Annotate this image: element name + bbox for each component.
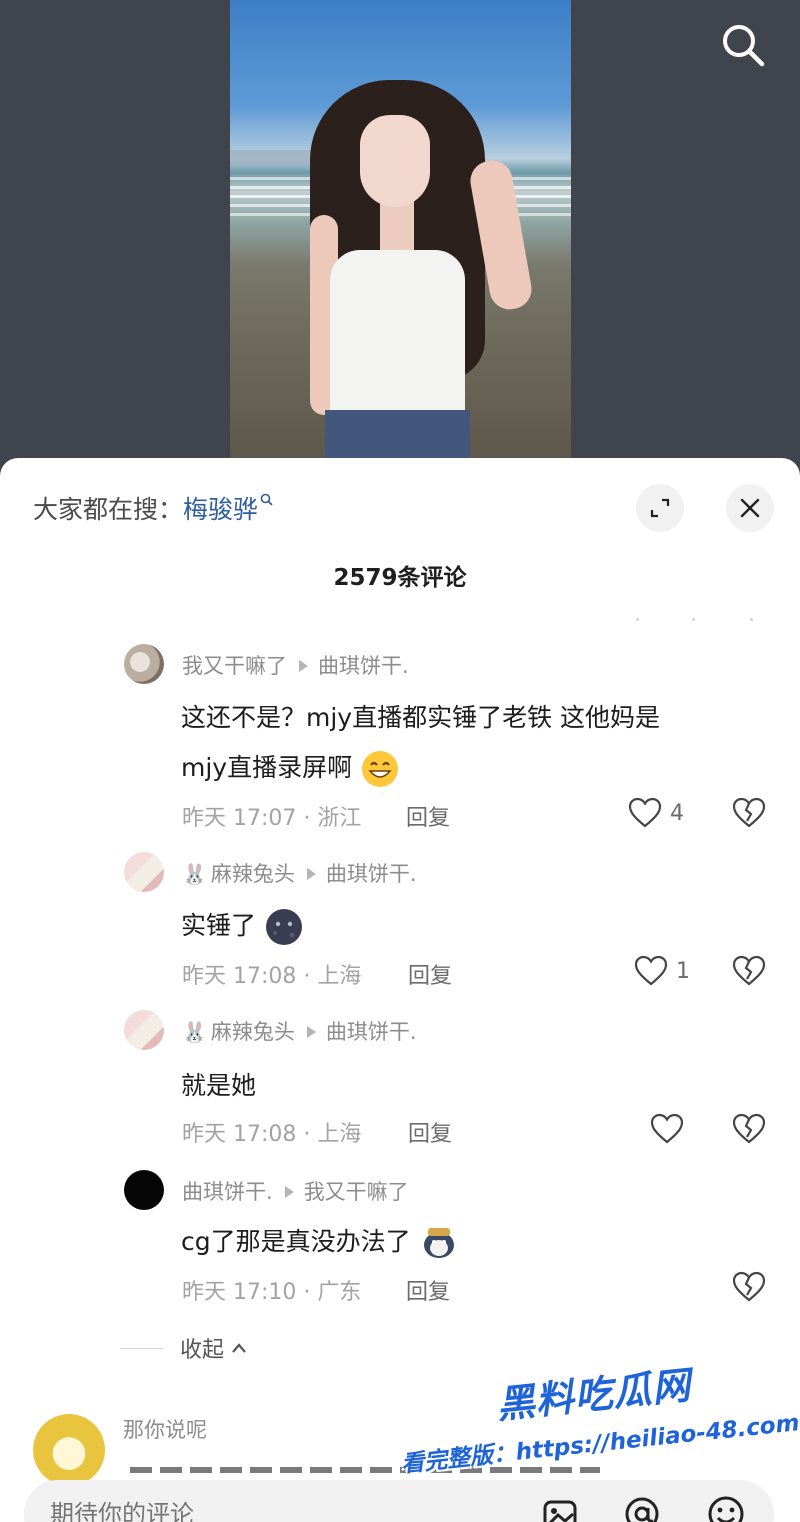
reply-to-name[interactable]: 曲琪饼干.: [326, 862, 417, 886]
emoji-icon[interactable]: [706, 1494, 746, 1522]
collapse-replies-button[interactable]: 收起: [120, 1332, 246, 1364]
rabbit-face-icon: 🐰: [182, 862, 207, 886]
reply-button[interactable]: 回复: [408, 958, 452, 990]
close-button[interactable]: [726, 484, 774, 532]
reply-to-name[interactable]: 曲琪饼干.: [326, 1020, 417, 1044]
avatar[interactable]: [33, 1414, 105, 1486]
broken-heart-icon[interactable]: [732, 796, 766, 830]
author-name[interactable]: 我又干嘛了: [182, 654, 287, 678]
reply-author-line: 🐰 麻辣兔头 曲琪饼干.: [182, 1016, 417, 1046]
comment-sheet: 大家都在搜：梅骏骅 2579条评论 我又干嘛了 曲琪饼干. 这还不是？mjy直播都…: [0, 458, 800, 1522]
reply-author-line: 曲琪饼干. 我又干嘛了: [182, 1176, 409, 1206]
broken-heart-icon[interactable]: [732, 954, 766, 988]
reply-time: 昨天 17:08 · 上海: [182, 964, 362, 989]
trending-prefix: 大家都在搜：: [33, 495, 184, 524]
expand-button[interactable]: [636, 484, 684, 532]
rabbit-face-icon: 🐰: [182, 1020, 207, 1044]
like-button[interactable]: [650, 1112, 684, 1146]
dark-moon-face-emoji: [265, 909, 302, 945]
close-icon: [740, 498, 760, 518]
author-name[interactable]: 曲琪饼干.: [182, 1180, 273, 1204]
comment-count: 2579条评论: [333, 565, 467, 591]
chevron-up-icon: [232, 1343, 246, 1353]
author-name[interactable]: 麻辣兔头: [211, 862, 295, 886]
heart-icon: [650, 1113, 684, 1144]
author-name[interactable]: 那你说呢: [123, 1414, 207, 1444]
search-icon: [260, 493, 273, 506]
avatar[interactable]: [124, 1010, 164, 1050]
comment-input[interactable]: [50, 1500, 470, 1522]
at-icon[interactable]: [622, 1494, 662, 1522]
reply-arrow-icon: [284, 1186, 294, 1198]
search-icon[interactable]: [720, 22, 766, 68]
trending-search[interactable]: 大家都在搜：梅骏骅: [33, 490, 273, 526]
trending-keyword[interactable]: 梅骏骅: [183, 495, 258, 524]
like-button[interactable]: 4: [628, 796, 684, 830]
reply-text: 这还不是？mjy直播都实锤了老铁 这他妈是: [181, 703, 661, 732]
penguin-sticker-emoji: [423, 1228, 454, 1258]
reply-time: 昨天 17:10 · 广东: [182, 1280, 362, 1305]
reply-button[interactable]: 回复: [408, 1116, 452, 1148]
collapse-label: 收起: [180, 1338, 225, 1363]
heart-icon: [634, 955, 668, 986]
reply-to-name[interactable]: 曲琪饼干.: [318, 654, 409, 678]
like-button[interactable]: 1: [634, 954, 690, 988]
broken-heart-icon[interactable]: [732, 1112, 766, 1146]
broken-heart-icon[interactable]: [732, 1270, 766, 1304]
avatar[interactable]: [124, 644, 164, 684]
reply-arrow-icon: [306, 1026, 316, 1038]
expand-icon: [650, 498, 670, 518]
avatar[interactable]: [124, 1170, 164, 1210]
reply-text-line2: mjy直播录屏啊: [181, 748, 400, 789]
reply-author-line: 我又干嘛了 曲琪饼干.: [182, 650, 409, 680]
comment-text-clipped: [130, 1464, 600, 1476]
divider: [636, 618, 756, 621]
video-frame: [230, 0, 571, 480]
heart-icon: [628, 797, 662, 828]
image-icon[interactable]: [540, 1494, 580, 1522]
reply-time: 昨天 17:08 · 上海: [182, 1122, 362, 1147]
like-count: 4: [670, 800, 684, 826]
comment-input-bar: [24, 1480, 774, 1522]
divider: [120, 1347, 164, 1349]
reply-arrow-icon: [306, 868, 316, 880]
reply-arrow-icon: [299, 660, 308, 672]
author-name[interactable]: 麻辣兔头: [211, 1020, 295, 1044]
reply-author-line: 🐰 麻辣兔头 曲琪饼干.: [182, 858, 417, 888]
reply-text: cg了那是真没办法了: [181, 1222, 459, 1263]
grinning-emoji: [362, 751, 399, 787]
reply-text: 就是她: [181, 1071, 257, 1100]
reply-button[interactable]: 回复: [406, 800, 450, 832]
video-player[interactable]: [0, 0, 800, 480]
reply-to-name[interactable]: 我又干嘛了: [304, 1180, 409, 1204]
like-count: 1: [676, 958, 690, 984]
reply-text: 实锤了: [181, 906, 304, 947]
reply-time: 昨天 17:07 · 浙江: [182, 806, 362, 831]
avatar[interactable]: [124, 852, 164, 892]
reply-button[interactable]: 回复: [406, 1274, 450, 1306]
